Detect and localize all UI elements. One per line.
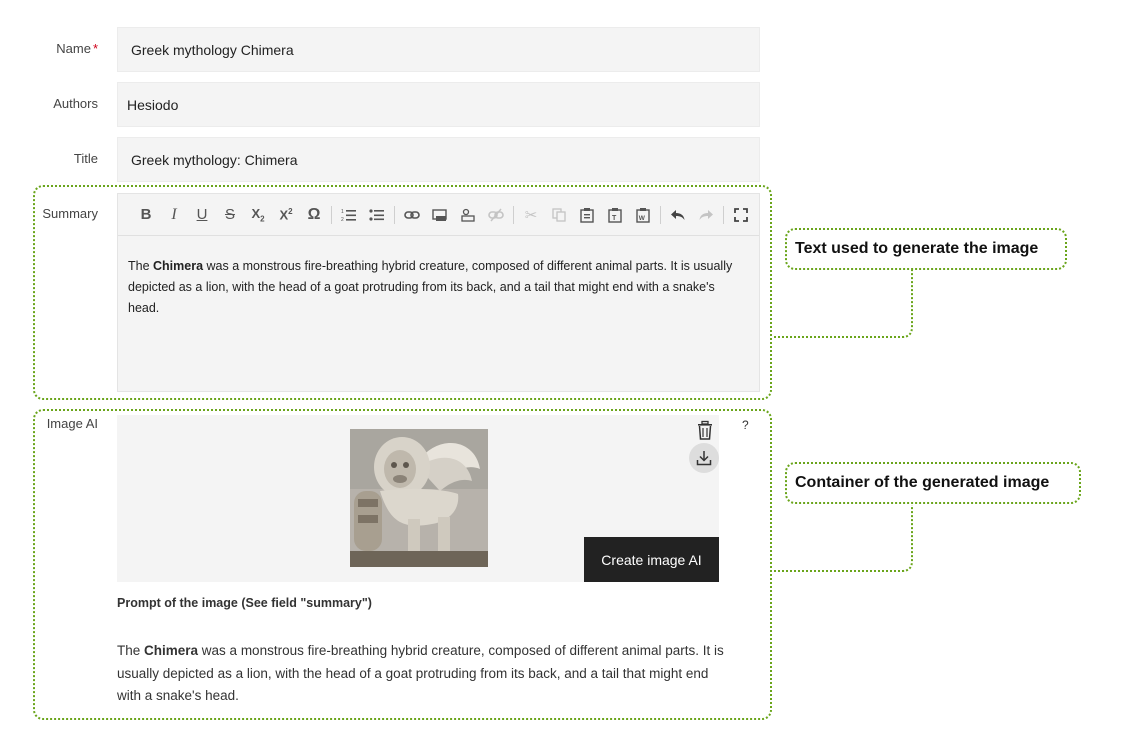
callout-connectors <box>774 270 913 572</box>
summary-callout: Text used to generate the image <box>785 228 1067 270</box>
image-callout: Container of the generated image <box>785 462 1081 504</box>
